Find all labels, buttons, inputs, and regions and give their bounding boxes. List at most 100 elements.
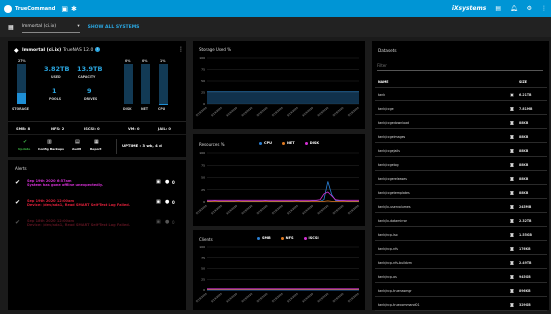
x-tick-label: 9/19/2020: [240, 291, 253, 303]
camera-icon[interactable]: ◙: [505, 120, 519, 125]
y-tick-label: 75: [201, 163, 205, 167]
datasets-title: Datasets: [378, 48, 397, 53]
dashboard-icon[interactable]: ▣: [61, 5, 68, 13]
camera-icon[interactable]: ◙: [505, 134, 519, 139]
comment-icon[interactable]: ●: [165, 199, 169, 205]
dataset-name: tank: [378, 92, 386, 97]
dataset-row[interactable]: tank/ncp-os ◙ 945GB: [375, 271, 547, 283]
dataset-row[interactable]: tank/ccgeimages ◙ 88KB: [375, 131, 547, 143]
dataset-row[interactable]: tank/ncp-nfs ◙ 176KB: [375, 243, 547, 255]
config-backups-button[interactable]: Config Backups: [38, 147, 64, 151]
alert-item[interactable]: Sep 19th 2020 12:00am Device: /dev/ada1,…: [27, 199, 130, 207]
camera-icon[interactable]: ◙: [505, 176, 519, 181]
calendar-icon[interactable]: ▣: [505, 92, 519, 97]
comment-icon[interactable]: ●: [165, 179, 169, 185]
dataset-name: tank/ncp-nfs-buildvm: [378, 260, 412, 265]
update-button[interactable]: Update: [18, 147, 30, 151]
camera-icon[interactable]: ◙: [505, 232, 519, 237]
system-select-value: Immortal (ci.ix): [21, 24, 57, 29]
alert-item[interactable]: Sep 19th 2020 6:57am System has gone off…: [27, 179, 103, 187]
y-tick-label: 25: [201, 277, 205, 281]
x-tick-label: 9/19/2020: [195, 291, 208, 303]
dataset-row[interactable]: tank/ncp-iso ◙ 1.55GB: [375, 229, 547, 241]
info-icon[interactable]: i: [95, 47, 100, 52]
dataset-row[interactable]: tank/ncp-nfs-buildvm ◙ 2.49TB: [375, 257, 547, 269]
dataset-size: 7.81MB: [519, 106, 533, 111]
y-tick-label: 100: [199, 56, 205, 60]
more-icon[interactable]: ⋮: [541, 5, 547, 12]
alert-item[interactable]: Sep 18th 2020 12:00am Device: /dev/ada1,…: [27, 219, 130, 227]
alert-text: System has gone offline unexpectedly.: [27, 183, 104, 187]
settings-icon[interactable]: ✱: [71, 5, 77, 13]
dataset-row[interactable]: tank/ccge ◙ 7.81MB: [375, 103, 547, 115]
gear-icon[interactable]: ⚙: [527, 5, 532, 12]
check-icon[interactable]: ✔: [15, 199, 20, 206]
system-select[interactable]: Immortal (ci.ix) ▾: [21, 22, 80, 33]
dataset-row[interactable]: tank/ncp-truecommand01 ◙ 329GB: [375, 299, 547, 311]
comment-icon[interactable]: ●: [165, 219, 169, 225]
camera-icon[interactable]: ◙: [505, 288, 519, 293]
storage-bar-fill: [17, 93, 26, 104]
name-column-header[interactable]: NAME: [375, 80, 519, 84]
camera-icon[interactable]: ◙: [505, 246, 519, 251]
dataset-name: tank/ccgereleases: [378, 176, 407, 181]
dataset-row[interactable]: tank/ccgetemplates ◙ 88KB: [375, 187, 547, 199]
camera-icon[interactable]: ◙: [505, 190, 519, 195]
system-name[interactable]: Immortal (ci.ix): [22, 48, 61, 53]
x-tick-label: 9/19/2020: [271, 203, 284, 215]
alert-text: Device: /dev/ada1, Read SMART Self-Test …: [27, 203, 131, 207]
check-icon[interactable]: ✔: [15, 219, 20, 226]
vm-count[interactable]: VM: 0: [128, 127, 140, 131]
storage-percent: 27%: [18, 59, 26, 63]
x-tick-label: 9/19/2020: [286, 203, 299, 215]
ixsystems-logo[interactable]: iXsystems: [452, 5, 487, 12]
guide-icon[interactable]: ▤: [495, 5, 501, 12]
dataset-size: 88KB: [519, 176, 529, 181]
x-tick-label: 9/19/2020: [316, 105, 329, 117]
brand[interactable]: TrueCommand: [4, 4, 55, 13]
truecommand-logo-icon: [4, 4, 12, 13]
image-icon[interactable]: ▣: [156, 199, 161, 205]
filter-input[interactable]: [377, 61, 543, 71]
smb-count[interactable]: SMB: 8: [16, 127, 30, 131]
camera-icon[interactable]: ◙: [505, 274, 519, 279]
x-tick-label: 9/19/2020: [240, 105, 253, 117]
dataset-row[interactable]: tank/ix-datamirror ◙ 2.32TB: [375, 215, 547, 227]
dataset-row[interactable]: tank/ncp-truenasmgr ◙ 896KB: [375, 285, 547, 297]
image-icon[interactable]: ▣: [156, 179, 161, 185]
x-tick-label: 9/19/2020: [256, 203, 269, 215]
dataset-name: tank/ccgedownload: [378, 120, 410, 125]
nfs-count[interactable]: NFS: 2: [51, 127, 64, 131]
dataset-row[interactable]: tank/ccgejails ◙ 88KB: [375, 145, 547, 157]
camera-icon[interactable]: ◙: [505, 218, 519, 223]
check-icon[interactable]: ✔: [15, 179, 20, 186]
camera-icon[interactable]: ◙: [505, 162, 519, 167]
dataset-row[interactable]: tank/ix-uservolumes ◙ 245MB: [375, 201, 547, 213]
show-all-systems-link[interactable]: SHOW ALL SYSTEMS: [88, 25, 140, 30]
more-icon[interactable]: ⋮: [178, 46, 184, 53]
cpu-label: CPU: [158, 107, 166, 111]
storage-chart: 10075502509/19/2020 9/19/2020 9/19/2020 9/1…: [195, 56, 360, 117]
dataset-row[interactable]: tank/ccgelog ◙ 88KB: [375, 159, 547, 171]
series-area: [207, 91, 359, 104]
pools-label: POOLS: [49, 97, 62, 101]
iscsi-count[interactable]: iSCSI: 0: [84, 127, 100, 131]
camera-icon[interactable]: ◙: [505, 260, 519, 265]
dataset-name: tank/ix-datamirror: [378, 218, 407, 223]
notifications-icon[interactable]: 🔔︎: [510, 5, 518, 12]
camera-icon[interactable]: ◙: [505, 204, 519, 209]
grid-icon[interactable]: ▦: [8, 24, 14, 31]
dataset-row[interactable]: tank/ccgereleases ◙ 88KB: [375, 173, 547, 185]
camera-icon[interactable]: ◙: [505, 106, 519, 111]
camera-icon[interactable]: ◙: [505, 148, 519, 153]
camera-icon[interactable]: ◙: [505, 302, 519, 307]
image-icon[interactable]: ▣: [156, 219, 161, 225]
audit-button[interactable]: Audit: [72, 147, 81, 151]
x-tick-label: 9/19/2020: [286, 105, 299, 117]
dataset-row[interactable]: tank/ccgedownload ◙ 88KB: [375, 117, 547, 129]
size-column-header[interactable]: SIZE: [519, 80, 547, 84]
dataset-row[interactable]: tank ▣ 6.21TB: [375, 89, 547, 101]
jail-count[interactable]: JAIL: 0: [158, 127, 171, 131]
x-tick-label: 9/19/2020: [210, 291, 223, 303]
report-button[interactable]: Report: [90, 147, 101, 151]
